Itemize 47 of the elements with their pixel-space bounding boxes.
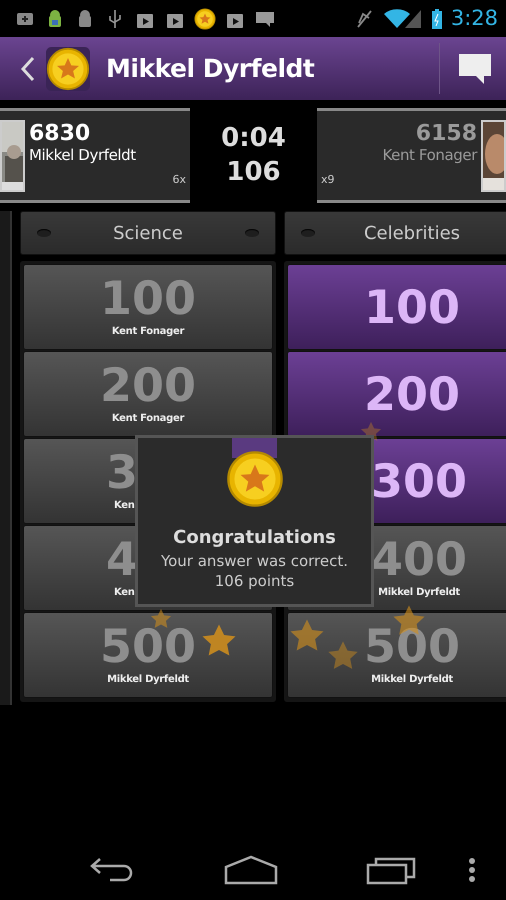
recent-apps-icon[interactable] <box>366 855 418 885</box>
category-title: Celebrities <box>364 222 460 246</box>
indicator-dot <box>301 229 315 237</box>
point-value: 500 <box>100 623 196 669</box>
point-value: 200 <box>364 371 460 417</box>
round-points: 106 <box>226 156 281 188</box>
player-name: Mikkel Dyrfeldt <box>29 146 136 164</box>
menu-icon[interactable] <box>468 857 476 883</box>
medal-icon[interactable] <box>46 46 90 90</box>
owner-name: Mikkel Dyrfeldt <box>378 586 460 600</box>
point-value: 4 <box>106 536 138 582</box>
screen-title: Mikkel Dyrfeldt <box>106 52 316 85</box>
owner-name: Ken <box>114 586 135 600</box>
indicator-dot <box>245 229 259 237</box>
dialog-message: Your answer was correct. <box>160 551 348 572</box>
question-tile[interactable]: 100 <box>287 264 506 350</box>
wifi-icon <box>382 8 423 30</box>
back-icon[interactable] <box>20 54 36 82</box>
battery-icon <box>430 8 443 30</box>
indicator-dot <box>37 229 51 237</box>
question-tile[interactable]: 200 <box>287 351 506 437</box>
owner-name: Kent Fonager <box>112 325 184 339</box>
player-name: Kent Fonager <box>382 146 477 164</box>
timer: 0:04 <box>221 122 286 155</box>
medal-icon <box>226 450 284 508</box>
point-value: 3 <box>106 449 138 495</box>
dialog-points: 106 points <box>214 571 294 592</box>
point-value: 300 <box>370 458 468 504</box>
point-value: 100 <box>364 284 460 330</box>
owner-name: Kent Fonager <box>112 412 184 426</box>
point-value: 100 <box>100 275 196 321</box>
owner-name: Mikkel Dyrfeldt <box>107 673 189 687</box>
clock: 3:28 <box>450 4 498 32</box>
category-title: Science <box>113 222 183 246</box>
player-score: 6830 <box>29 122 90 146</box>
player-score: 6158 <box>416 122 477 146</box>
owner-name: Ken <box>114 499 135 513</box>
multiplier: 6x <box>172 172 186 188</box>
point-value: 400 <box>370 536 468 582</box>
home-icon[interactable] <box>224 855 278 885</box>
point-value: 200 <box>100 362 196 408</box>
owner-name: Mikkel Dyrfeldt <box>371 673 453 687</box>
medal-icon <box>194 8 216 30</box>
dialog-title: Congratulations <box>173 526 336 550</box>
chat-icon[interactable] <box>458 52 492 86</box>
multiplier: x9 <box>321 172 335 188</box>
point-value: 500 <box>364 623 460 669</box>
